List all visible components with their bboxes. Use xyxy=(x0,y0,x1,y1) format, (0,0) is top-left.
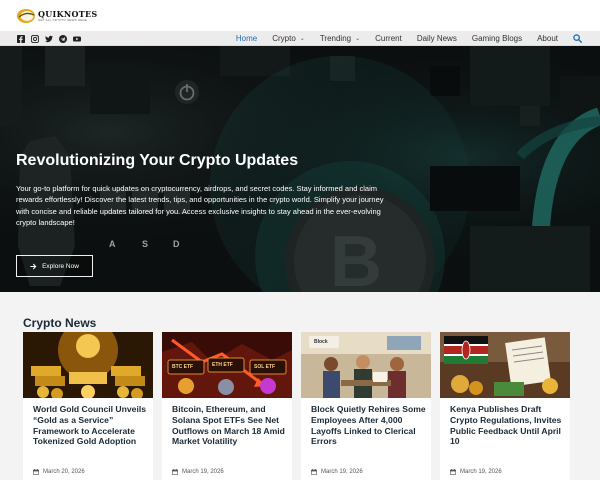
calendar-icon xyxy=(33,469,39,475)
arrow-right-icon xyxy=(30,263,37,269)
eth-etf-label: ETH ETF xyxy=(212,362,233,368)
search-icon[interactable] xyxy=(573,34,582,43)
logo-tagline: GET ALL CRYPTO NEWS HERE xyxy=(38,18,88,22)
telegram-icon[interactable] xyxy=(58,34,67,43)
explore-now-label: Explore Now xyxy=(42,262,79,270)
news-card[interactable]: BTC ETF ETH ETF SOL ETF Bitcoin, Ethereu… xyxy=(162,332,292,480)
card-image-etf[interactable]: BTC ETF ETH ETF SOL ETF xyxy=(162,332,292,398)
site-header: QUIKNOTES GET ALL CRYPTO NEWS HERE xyxy=(0,0,600,31)
instagram-icon[interactable] xyxy=(30,34,39,43)
key-label-s: S xyxy=(142,239,149,249)
card-date-text: March 19, 2026 xyxy=(321,469,363,475)
nav-item-label: Gaming Blogs xyxy=(471,34,523,43)
card-date: March 19, 2026 xyxy=(311,469,363,475)
nav-item-label: Trending xyxy=(319,34,352,43)
twitter-icon[interactable] xyxy=(44,34,53,43)
card-title[interactable]: Kenya Publishes Draft Crypto Regulations… xyxy=(450,404,565,447)
facebook-icon[interactable] xyxy=(16,34,25,43)
card-image-office[interactable]: Block xyxy=(301,332,431,398)
calendar-icon xyxy=(450,469,456,475)
nav-item-about[interactable]: About xyxy=(537,34,558,43)
hero-banner: B A S D Revolutionizing Your Crypto Upda… xyxy=(0,46,600,292)
news-card[interactable]: Kenya Publishes Draft Crypto Regulations… xyxy=(440,332,570,480)
card-title[interactable]: World Gold Council Unveils “Gold as a Se… xyxy=(33,404,148,447)
nav-item-label: Home xyxy=(235,34,258,43)
youtube-icon[interactable] xyxy=(72,34,81,43)
nav-item-crypto[interactable]: Crypto ⌄ xyxy=(272,34,305,43)
nav-item-label: Current xyxy=(375,34,402,43)
section-heading: Crypto News xyxy=(23,316,97,330)
calendar-icon xyxy=(311,469,317,475)
card-date: March 20, 2026 xyxy=(33,469,85,475)
card-date-text: March 20, 2026 xyxy=(43,469,85,475)
top-navbar: Home Crypto ⌄ Trending ⌄ Current Daily New… xyxy=(0,31,600,46)
key-label-a: A xyxy=(109,239,116,249)
nav-item-home[interactable]: Home xyxy=(236,34,257,43)
chevron-down-icon: ⌄ xyxy=(299,36,305,42)
news-card[interactable]: World Gold Council Unveils “Gold as a Se… xyxy=(23,332,153,480)
social-links xyxy=(16,34,81,43)
block-sign-label: Block xyxy=(314,339,328,345)
card-title[interactable]: Block Quietly Rehires Some Employees Aft… xyxy=(311,404,426,447)
hero-description: Your go-to platform for quick updates on… xyxy=(16,184,384,228)
card-title[interactable]: Bitcoin, Ethereum, and Solana Spot ETFs … xyxy=(172,404,287,447)
hero-title: Revolutionizing Your Crypto Updates xyxy=(16,152,299,169)
card-image-kenya[interactable] xyxy=(440,332,570,398)
news-card[interactable]: Block Block Quietly Rehires Some Employe… xyxy=(301,332,431,480)
logo-name: QUIKNOTES xyxy=(38,9,98,19)
card-date: March 19, 2026 xyxy=(450,469,502,475)
crypto-news-section: Crypto News World Gold Council Unveils “… xyxy=(0,292,600,480)
site-logo[interactable]: QUIKNOTES GET ALL CRYPTO NEWS HERE xyxy=(16,7,97,25)
card-date-text: March 19, 2026 xyxy=(460,469,502,475)
nav-item-current[interactable]: Current xyxy=(375,34,402,43)
card-image-gold[interactable] xyxy=(23,332,153,398)
card-date-text: March 19, 2026 xyxy=(182,469,224,475)
nav-item-trending[interactable]: Trending ⌄ xyxy=(320,34,360,43)
chevron-down-icon: ⌄ xyxy=(355,36,361,42)
nav-item-daily-news[interactable]: Daily News xyxy=(417,34,457,43)
calendar-icon xyxy=(172,469,178,475)
page: QUIKNOTES GET ALL CRYPTO NEWS HERE Home … xyxy=(0,0,600,480)
nav-item-label: Crypto xyxy=(272,34,296,43)
card-date: March 19, 2026 xyxy=(172,469,224,475)
main-nav: Home Crypto ⌄ Trending ⌄ Current Daily New… xyxy=(221,31,582,46)
btc-etf-label: BTC ETF xyxy=(172,364,194,370)
key-label-d: D xyxy=(173,239,180,249)
nav-item-label: Daily News xyxy=(416,34,457,43)
explore-now-button[interactable]: Explore Now xyxy=(16,255,93,277)
nav-item-gaming-blogs[interactable]: Gaming Blogs xyxy=(472,34,522,43)
nav-item-label: About xyxy=(537,34,558,43)
logo-icon xyxy=(16,7,36,25)
sol-etf-label: SOL ETF xyxy=(254,364,276,370)
